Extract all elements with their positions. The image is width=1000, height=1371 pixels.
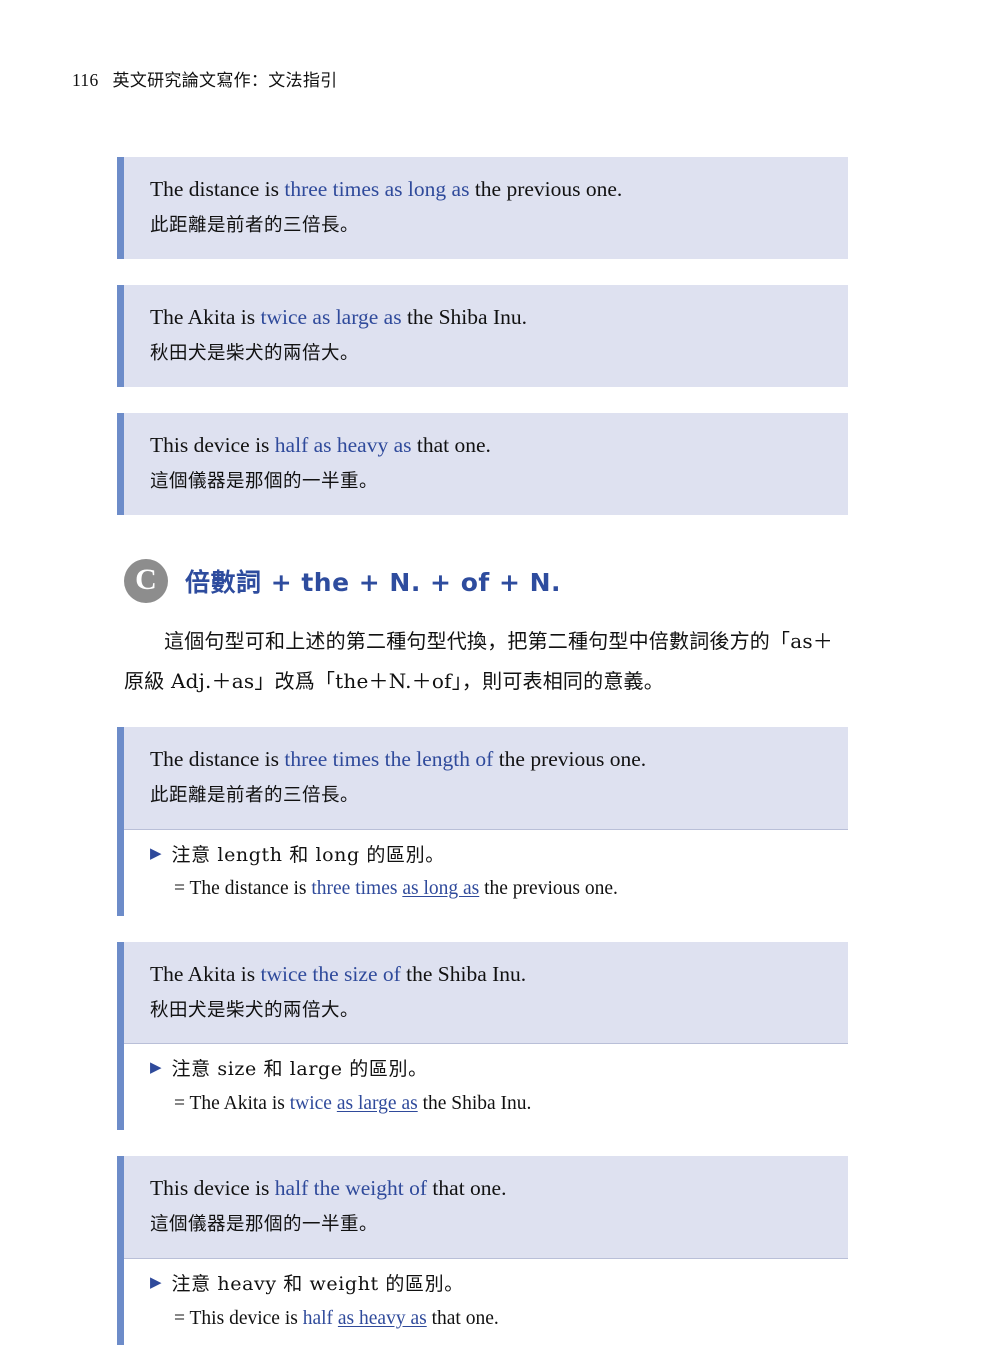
section-heading-text: 倍數詞 + the + N. + of + N. bbox=[185, 567, 562, 597]
accent-bar bbox=[117, 157, 124, 259]
example-box: The Akita is twice as large as the Shiba… bbox=[117, 284, 848, 387]
example-highlight: half as heavy as bbox=[274, 432, 412, 457]
example-highlight: half the weight of bbox=[274, 1176, 428, 1201]
note-line: ▶ 注意 heavy 和 weight 的區別。 bbox=[150, 1271, 826, 1299]
example-english: The distance is three times the length o… bbox=[150, 743, 826, 775]
page-header: 116 英文研究論文寫作：文法指引 bbox=[72, 66, 337, 91]
section-heading: C 倍數詞 + the + N. + of + N. bbox=[124, 558, 848, 603]
note-text: 注意 heavy 和 weight 的區別。 bbox=[171, 1273, 464, 1296]
example-text-before: The distance is bbox=[150, 746, 285, 771]
example-box-with-note: The Akita is twice the size of the Shiba… bbox=[117, 941, 848, 1131]
note-eq-prefix: = This device is bbox=[174, 1307, 303, 1329]
example-text-after: that one. bbox=[411, 432, 491, 457]
example-note: ▶ 注意 size 和 large 的區別。 = The Akita is tw… bbox=[124, 1043, 848, 1131]
example-text-after: the previous one. bbox=[469, 177, 623, 201]
section-paragraph: 這個句型可和上述的第二種句型代換，把第二種句型中倍數詞後方的「as＋原級 Adj… bbox=[124, 628, 833, 693]
example-english: This device is half the weight of that o… bbox=[150, 1172, 826, 1204]
example-chinese: 秋田犬是柴犬的兩倍大。 bbox=[150, 343, 360, 365]
note-line: ▶ 注意 length 和 long 的區別。 bbox=[150, 842, 826, 870]
note-eq-prefix: = The Akita is bbox=[174, 1092, 290, 1114]
example-chinese: 這個儀器是那個的一半重。 bbox=[150, 471, 379, 493]
example-english: The Akita is twice as large as the Shiba… bbox=[150, 301, 826, 333]
content-column: The distance is three times as long as t… bbox=[117, 157, 848, 1371]
example-text-after: that one. bbox=[427, 1176, 507, 1201]
example-text-before: The Akita is bbox=[150, 304, 261, 329]
example-text-before: This device is bbox=[150, 432, 275, 457]
triangle-right-icon: ▶ bbox=[150, 1060, 162, 1077]
accent-bar bbox=[117, 284, 124, 387]
example-body: The distance is three times as long as t… bbox=[124, 157, 848, 259]
example-note: ▶ 注意 length 和 long 的區別。 = The distance i… bbox=[124, 828, 848, 916]
note-eq-underline: as heavy as bbox=[337, 1307, 427, 1329]
note-eq-suffix: that one. bbox=[426, 1307, 499, 1329]
note-text: 注意 size 和 large 的區別。 bbox=[171, 1058, 428, 1081]
example-body: This device is half the weight of that o… bbox=[124, 1156, 848, 1259]
triangle-right-icon: ▶ bbox=[150, 845, 162, 862]
note-eq-prefix: = The distance is bbox=[174, 878, 312, 900]
example-text-after: the Shiba Inu. bbox=[400, 961, 527, 986]
example-text-before: The Akita is bbox=[150, 961, 261, 986]
example-chinese: 秋田犬是柴犬的兩倍大。 bbox=[150, 999, 360, 1021]
note-equivalent: = The Akita is twice as large as the Shi… bbox=[150, 1090, 826, 1118]
example-text-before: This device is bbox=[150, 1176, 275, 1201]
example-highlight: three times the length of bbox=[284, 746, 494, 771]
example-chinese: 此距離是前者的三倍長。 bbox=[150, 215, 360, 237]
example-english: The Akita is twice the size of the Shiba… bbox=[150, 958, 826, 990]
page-number: 116 bbox=[72, 70, 99, 90]
example-text-before: The distance is bbox=[150, 177, 285, 201]
example-body: The Akita is twice the size of the Shiba… bbox=[124, 941, 848, 1044]
accent-bar bbox=[117, 726, 124, 916]
triangle-right-icon: ▶ bbox=[150, 1275, 162, 1292]
accent-bar bbox=[117, 941, 124, 1131]
example-english: The distance is three times as long as t… bbox=[150, 173, 826, 205]
example-body: The Akita is twice as large as the Shiba… bbox=[124, 284, 848, 387]
example-text-after: the Shiba Inu. bbox=[401, 304, 527, 329]
example-box-with-note: This device is half the weight of that o… bbox=[117, 1156, 848, 1345]
example-box-with-note: The distance is three times the length o… bbox=[117, 726, 848, 916]
example-highlight: twice as large as bbox=[260, 304, 402, 329]
note-text: 注意 length 和 long 的區別。 bbox=[171, 843, 445, 866]
example-box: The distance is three times as long as t… bbox=[117, 157, 848, 259]
example-chinese: 這個儀器是那個的一半重。 bbox=[150, 1214, 379, 1236]
example-text-after: the previous one. bbox=[493, 746, 647, 771]
note-eq-blue: three times bbox=[311, 878, 403, 900]
example-english: This device is half as heavy as that one… bbox=[150, 429, 826, 461]
note-equivalent: = The distance is three times as long as… bbox=[150, 875, 826, 903]
example-note: ▶ 注意 heavy 和 weight 的區別。 = This device i… bbox=[124, 1258, 848, 1345]
example-body: The distance is three times the length o… bbox=[124, 726, 848, 829]
note-equivalent: = This device is half as heavy as that o… bbox=[150, 1305, 826, 1333]
section-badge-c: C bbox=[124, 558, 168, 603]
book-title: 英文研究論文寫作：文法指引 bbox=[112, 71, 338, 91]
accent-bar bbox=[117, 1156, 124, 1345]
note-eq-suffix: the previous one. bbox=[479, 878, 618, 900]
note-line: ▶ 注意 size 和 large 的區別。 bbox=[150, 1056, 826, 1084]
example-box: This device is half as heavy as that one… bbox=[117, 412, 848, 515]
example-highlight: three times as long as bbox=[284, 177, 470, 201]
note-eq-suffix: the Shiba Inu. bbox=[417, 1092, 532, 1114]
note-eq-underline: as large as bbox=[336, 1092, 418, 1114]
document-page: 116 英文研究論文寫作：文法指引 The distance is three … bbox=[0, 0, 1000, 1357]
accent-bar bbox=[117, 412, 124, 515]
example-chinese: 此距離是前者的三倍長。 bbox=[150, 785, 360, 807]
example-body: This device is half as heavy as that one… bbox=[124, 412, 848, 515]
note-eq-blue: twice bbox=[289, 1092, 337, 1114]
note-eq-blue: half bbox=[302, 1307, 338, 1329]
note-eq-underline: as long as bbox=[402, 878, 480, 900]
example-highlight: twice the size of bbox=[260, 961, 401, 986]
